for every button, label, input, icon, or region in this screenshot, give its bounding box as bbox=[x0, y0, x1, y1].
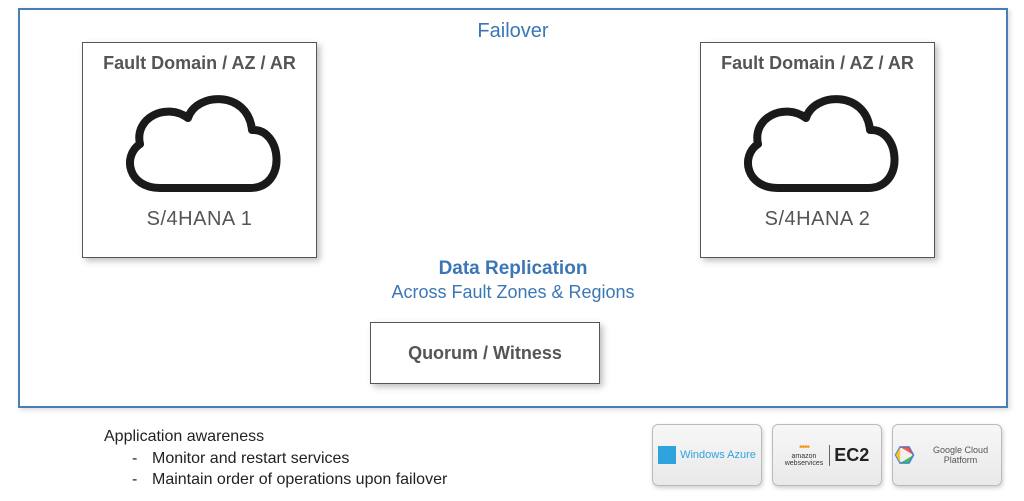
footer-notes: Application awareness -Monitor and resta… bbox=[104, 426, 447, 491]
quorum-witness-box: Quorum / Witness bbox=[370, 322, 600, 384]
fault-domain-left: Fault Domain / AZ / AR S/4HANA 1 bbox=[82, 42, 317, 258]
aws-ec2-badge: •••• amazon webservices EC2 bbox=[772, 424, 882, 486]
cloud-icon bbox=[83, 78, 316, 208]
footer-bullet: -Monitor and restart services bbox=[104, 448, 447, 470]
fault-domain-right-title: Fault Domain / AZ / AR bbox=[701, 53, 934, 74]
fault-domain-left-title: Fault Domain / AZ / AR bbox=[83, 53, 316, 74]
cloud-icon bbox=[701, 78, 934, 208]
footer-bullet: -Maintain order of operations upon failo… bbox=[104, 469, 447, 491]
gcp-label: Google Cloud Platform bbox=[920, 445, 1001, 465]
aws-icon: •••• amazon webservices bbox=[785, 443, 824, 467]
quorum-label: Quorum / Witness bbox=[408, 343, 562, 364]
data-replication-title: Data Replication bbox=[20, 258, 1006, 280]
azure-icon bbox=[658, 446, 676, 464]
azure-badge: Windows Azure bbox=[652, 424, 762, 486]
fault-domain-right: Fault Domain / AZ / AR S/4HANA 2 bbox=[700, 42, 935, 258]
failover-title: Failover bbox=[20, 20, 1006, 43]
failover-diagram-frame: Failover Fault Domain / AZ / AR S/4HANA … bbox=[18, 8, 1008, 408]
gcp-badge: Google Cloud Platform bbox=[892, 424, 1002, 486]
azure-label: Windows Azure bbox=[680, 449, 756, 461]
gcp-icon bbox=[893, 442, 916, 468]
ec2-label: EC2 bbox=[829, 445, 869, 466]
footer-heading: Application awareness bbox=[104, 426, 447, 448]
data-replication-subtitle: Across Fault Zones & Regions bbox=[20, 282, 1006, 303]
fault-domain-right-subtitle: S/4HANA 2 bbox=[701, 208, 934, 231]
data-replication-block: Data Replication Across Fault Zones & Re… bbox=[20, 258, 1006, 303]
fault-domain-left-subtitle: S/4HANA 1 bbox=[83, 208, 316, 231]
cloud-provider-badges: Windows Azure •••• amazon webservices EC… bbox=[652, 424, 1002, 486]
